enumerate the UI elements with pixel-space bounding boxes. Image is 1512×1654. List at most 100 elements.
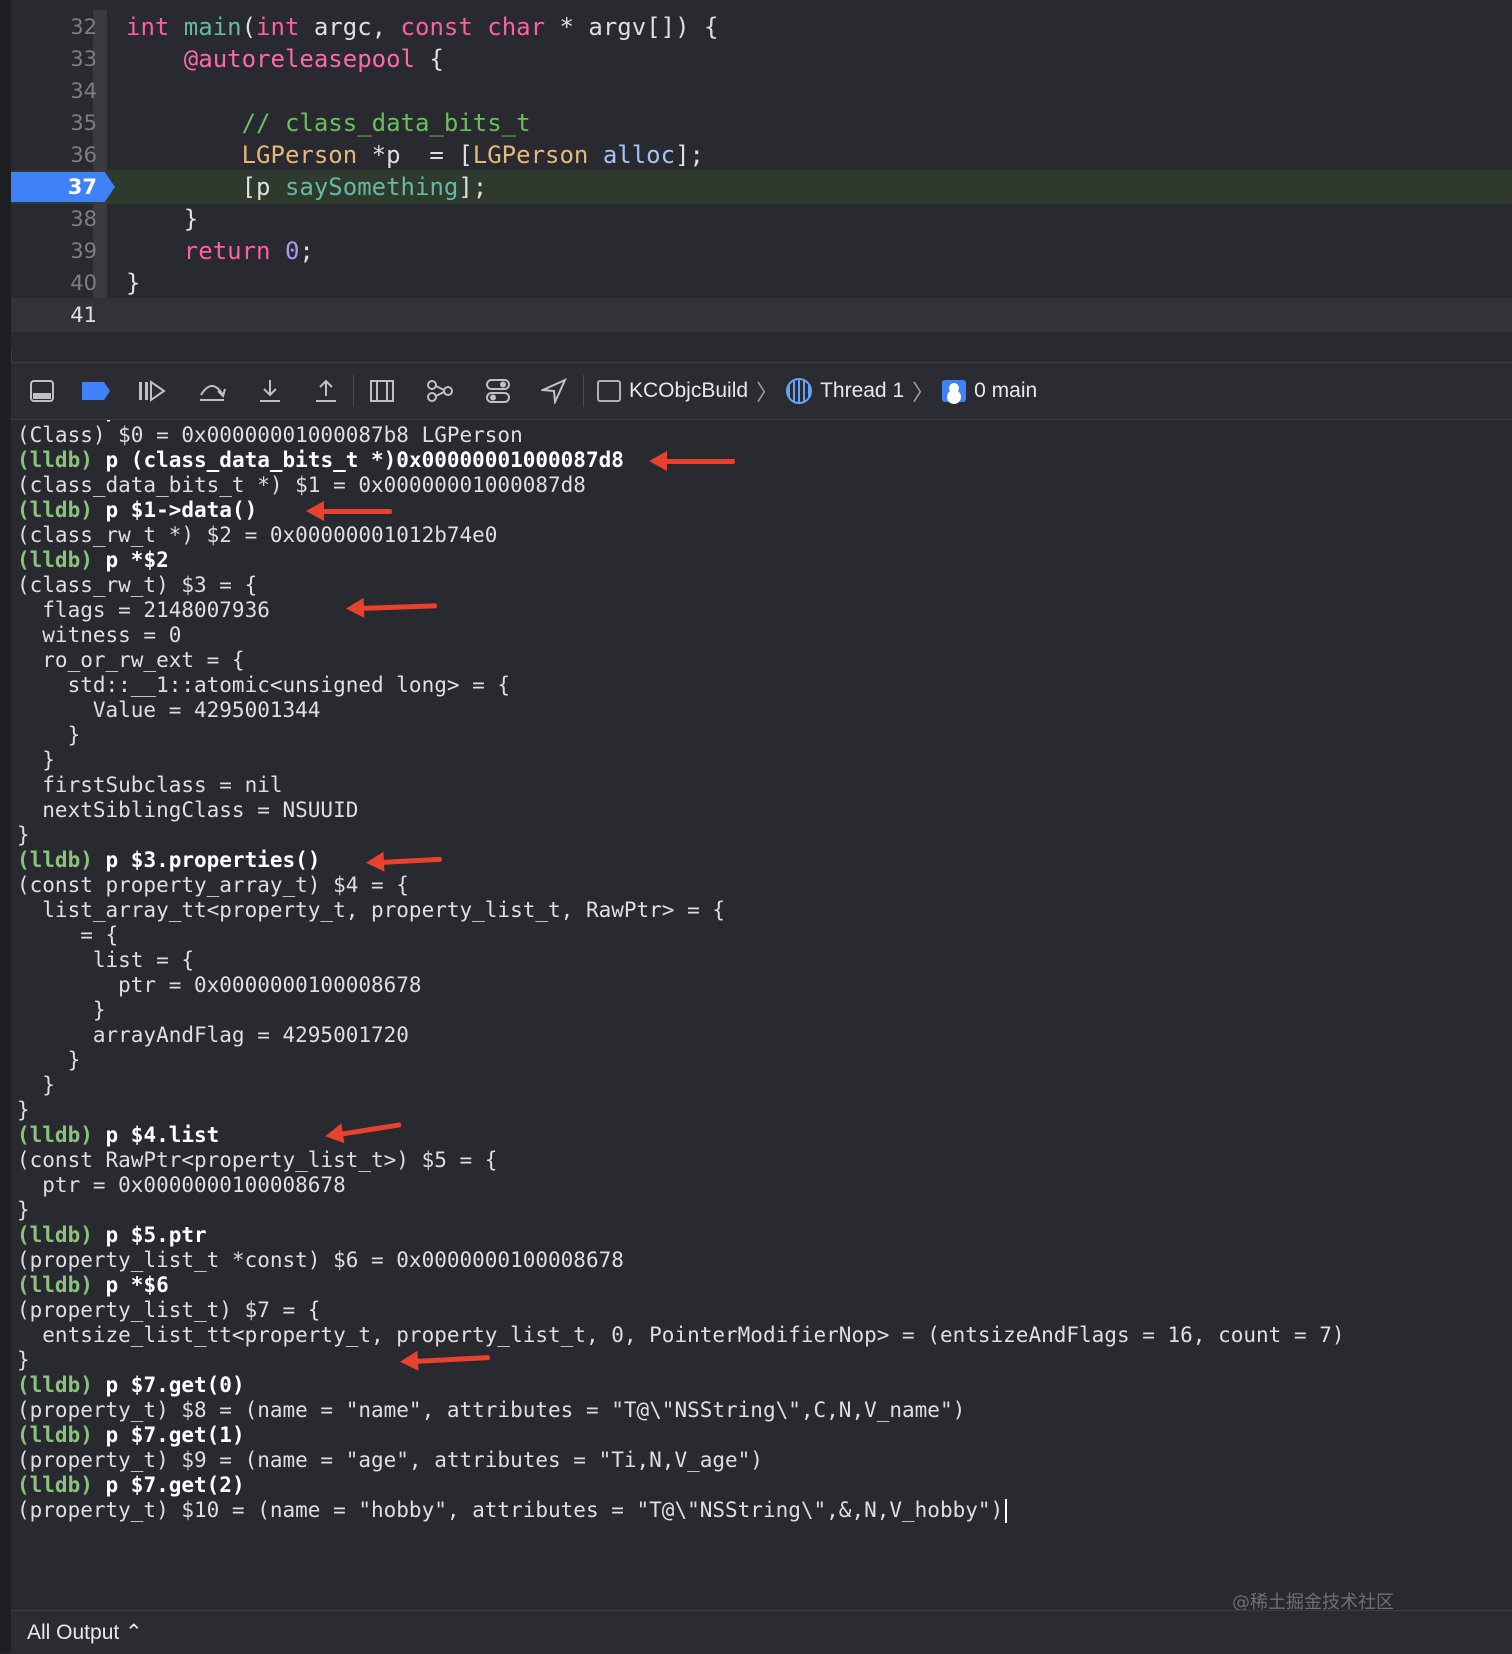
code-line[interactable]: 41	[11, 298, 1512, 332]
console-text: }	[17, 823, 30, 847]
line-number: 34	[70, 79, 97, 103]
toolbar-separator	[353, 375, 354, 407]
console-text: }	[17, 1198, 30, 1222]
code-line[interactable]: 33 @autoreleasepool {	[11, 42, 1512, 76]
console-command-line: (lldb) p $5.ptr	[17, 1222, 207, 1248]
console-output-line: (property_list_t *const) $6 = 0x00000001…	[17, 1247, 624, 1273]
code-line[interactable]: 40}	[11, 266, 1512, 300]
console-text: (class_rw_t *) $2 = 0x00000001012b74e0	[17, 523, 498, 547]
lldb-prompt: (lldb)	[17, 1123, 106, 1147]
console-command-line: (lldb) p $7.get(1)	[17, 1422, 245, 1448]
code-line[interactable]: 38 }	[11, 202, 1512, 236]
toolbar-separator	[583, 375, 584, 407]
code-line[interactable]: 36 LGPerson *p = [LGPerson alloc];	[11, 138, 1512, 172]
console-bottom-bar: All Output ⌃	[11, 1610, 1512, 1654]
console-output-line: nextSiblingClass = NSUUID	[17, 797, 358, 823]
console-command-line: (lldb) p $3.properties()	[17, 847, 320, 873]
step-over-icon[interactable]	[197, 377, 227, 405]
code-line[interactable]: 34	[11, 74, 1512, 108]
line-number: 36	[70, 143, 97, 167]
line-number: 35	[70, 111, 97, 135]
annotation-arrow	[379, 856, 443, 865]
console-output-line: (class_data_bits_t *) $1 = 0x00000001000…	[17, 472, 586, 498]
breadcrumb-thread[interactable]: Thread 1	[820, 379, 904, 403]
line-gutter[interactable]: 34	[11, 74, 107, 108]
code-token: int	[126, 13, 184, 41]
console-text: ro_or_rw_ext = {	[17, 648, 245, 672]
line-gutter[interactable]: 35	[11, 106, 107, 140]
code-token: [p	[126, 173, 285, 201]
console-text: }	[17, 998, 106, 1022]
console-output-line: }	[17, 1347, 30, 1373]
console-command-line: (lldb) p $4.list	[17, 1122, 219, 1148]
chevron-right-icon: 〉	[912, 381, 935, 406]
console-output-line: list_array_tt<property_t, property_list_…	[17, 897, 725, 923]
line-number: 40	[70, 271, 97, 295]
line-gutter[interactable]: 41	[11, 298, 103, 332]
console-text: p $4.list	[105, 1123, 220, 1147]
breadcrumb-target[interactable]: KCObjcBuild	[629, 379, 748, 403]
console-text: (property_list_t) $7 = {	[17, 1298, 321, 1322]
lldb-console[interactable]: (lldb) p/x LGPerson.class(Class) $0 = 0x…	[11, 420, 1512, 1610]
memory-graph-icon[interactable]	[425, 377, 455, 405]
code-line[interactable]: 37 [p saySomething];	[11, 170, 1512, 204]
console-text: (class_rw_t) $3 = {	[17, 573, 258, 597]
output-filter-select[interactable]: All Output ⌃	[27, 1620, 143, 1645]
code-line[interactable]: 39 return 0;	[11, 234, 1512, 268]
code-token: int	[256, 13, 314, 41]
lldb-prompt: (lldb)	[17, 1373, 106, 1397]
line-gutter[interactable]: 39	[11, 234, 107, 268]
breadcrumb-frame[interactable]: 0 main	[974, 379, 1037, 403]
line-gutter[interactable]: 32	[11, 10, 107, 44]
console-text: (class_data_bits_t *) $1 = 0x00000001000…	[17, 473, 586, 497]
code-token: main	[183, 13, 242, 41]
step-out-icon[interactable]	[311, 377, 341, 405]
environment-overrides-icon[interactable]	[483, 377, 513, 405]
continue-icon[interactable]	[137, 377, 167, 405]
lldb-prompt: (lldb)	[17, 1273, 106, 1297]
code-text: return 0;	[126, 234, 314, 268]
code-token: 0	[284, 237, 300, 265]
stack-frame-icon	[942, 380, 967, 402]
source-editor[interactable]: 32 int main(int argc, const char * argv[]…	[11, 0, 1512, 350]
line-gutter[interactable]: 38	[11, 202, 107, 236]
code-text: }	[126, 266, 140, 300]
console-text: p *$2	[105, 548, 169, 572]
console-text: ptr = 0x0000000100008678	[17, 1173, 346, 1197]
line-number: 38	[70, 207, 97, 231]
code-token: LGPerson	[472, 141, 589, 169]
console-output-line: }	[17, 1072, 55, 1098]
annotation-arrow	[359, 603, 438, 611]
step-into-icon[interactable]	[255, 377, 285, 405]
code-token: ];	[458, 173, 488, 201]
code-text: @autoreleasepool {	[126, 42, 444, 76]
code-token: @autoreleasepool	[183, 45, 415, 73]
code-token: alloc	[602, 141, 676, 169]
console-text: }	[17, 748, 55, 772]
code-token: ];	[675, 141, 704, 169]
simulate-location-icon[interactable]	[539, 377, 569, 405]
hide-debug-area-icon[interactable]	[27, 377, 57, 405]
console-text: }	[17, 1098, 30, 1122]
line-gutter[interactable]: 40	[11, 266, 107, 300]
console-output-line: }	[17, 822, 30, 848]
line-gutter[interactable]: 37	[11, 170, 115, 204]
code-line[interactable]: 32 int main(int argc, const char * argv[]…	[11, 10, 1512, 44]
code-line[interactable]: 35 // class_data_bits_t	[11, 106, 1512, 140]
console-text: p *$6	[105, 1273, 169, 1297]
code-token: }	[126, 205, 199, 233]
console-output-line: (class_rw_t) $3 = {	[17, 572, 257, 598]
console-output-line: std::__1::atomic<unsigned long> = {	[17, 672, 511, 698]
line-gutter[interactable]: 33	[11, 42, 107, 76]
view-hierarchy-icon[interactable]	[367, 377, 397, 405]
console-text: witness = 0	[17, 623, 182, 647]
lldb-prompt: (lldb)	[17, 1223, 106, 1247]
line-gutter[interactable]: 36	[11, 138, 107, 172]
console-text: list = {	[17, 948, 195, 972]
lldb-prompt: (lldb)	[17, 448, 106, 472]
breakpoints-toggle-icon[interactable]	[81, 377, 111, 405]
console-output-line: (property_t) $9 = (name = "age", attribu…	[17, 1447, 763, 1473]
code-token: // class_data_bits_t	[241, 109, 531, 137]
